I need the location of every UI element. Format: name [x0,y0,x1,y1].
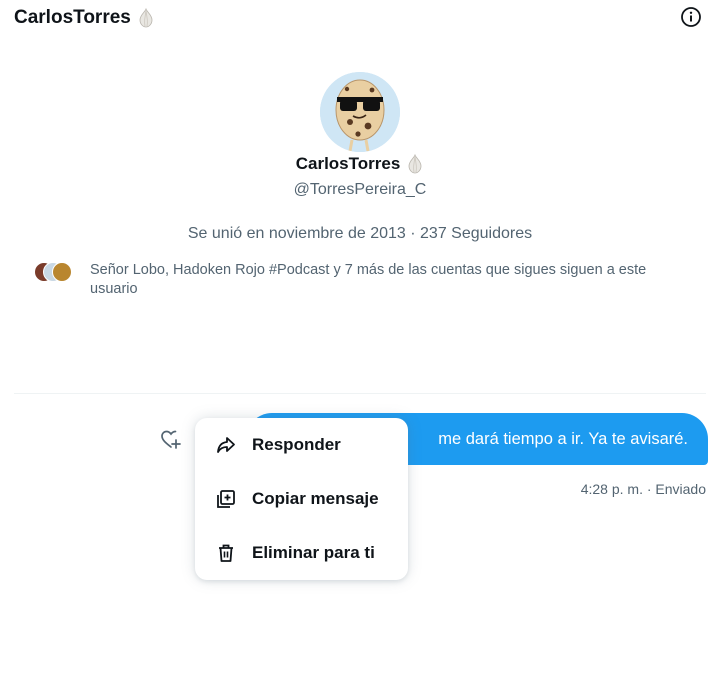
reply-icon [217,437,235,453]
menu-item-delete[interactable]: Eliminar para ti [195,526,408,580]
conversation-header: CarlosTorres [14,7,155,29]
message-text: me dará tiempo a ir. Ya te avisaré. [438,429,688,448]
menu-item-reply[interactable]: Responder [195,418,408,472]
profile-joined-info: Se unió en noviembre de 2013 · 237 Segui… [187,225,533,242]
header-name: CarlosTorres [14,7,131,28]
message-context-menu: Responder Copiar mensaje Eliminar para t… [195,418,408,580]
menu-item-label: Responder [252,435,341,454]
menu-item-copy[interactable]: Copiar mensaje [195,472,408,526]
follower-avatar [52,262,72,282]
garlic-icon [408,154,422,174]
menu-item-label: Copiar mensaje [252,489,379,508]
follower-avatars [34,262,82,282]
add-reaction-icon[interactable] [160,429,182,451]
info-icon[interactable] [680,6,702,28]
profile-name[interactable]: CarlosTorres [296,154,401,174]
trash-icon [219,544,233,562]
message-timestamp: 4:28 p. m. · Enviado [580,481,706,497]
avatar[interactable] [320,72,400,152]
profile-handle[interactable]: @TorresPereira_C [0,181,720,199]
copy-icon [217,490,235,508]
followers-you-know-text: Señor Lobo, Hadoken Rojo #Podcast y 7 má… [90,262,647,297]
garlic-icon [139,8,153,28]
divider [14,393,706,394]
followers-you-know[interactable]: Señor Lobo, Hadoken Rojo #Podcast y 7 má… [34,261,694,299]
profile-name-row: CarlosTorres [0,154,720,174]
menu-item-label: Eliminar para ti [252,543,375,562]
